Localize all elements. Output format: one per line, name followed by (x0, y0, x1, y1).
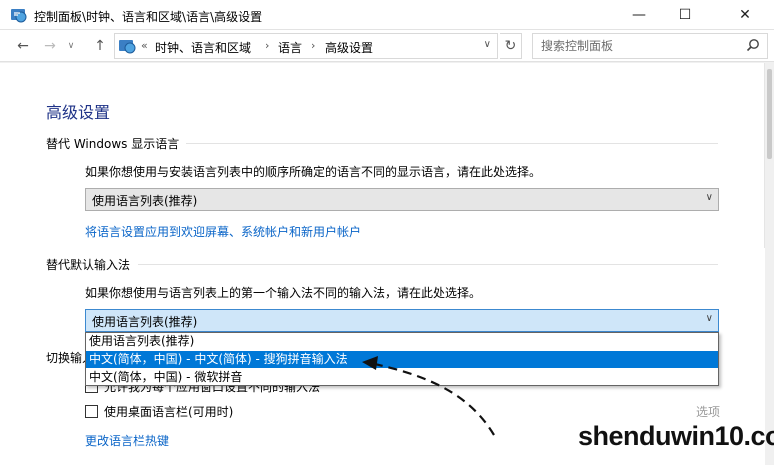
refresh-button[interactable]: ↻ (500, 33, 522, 59)
forward-button[interactable]: → (40, 37, 60, 55)
control-panel-icon (11, 9, 27, 23)
breadcrumb-item-clock-language-region[interactable]: 时钟、语言和区域 (155, 39, 251, 56)
change-language-bar-hotkeys-link[interactable]: 更改语言栏热键 (85, 432, 169, 449)
display-language-selected: 使用语言列表(推荐) (92, 194, 198, 208)
back-button[interactable]: ← (13, 37, 33, 55)
input-method-title: 替代默认输入法 (46, 258, 131, 272)
window-title: 控制面板\时钟、语言和区域\语言\高级设置 (34, 10, 263, 24)
watermark-text: shenduwin10.com (578, 421, 774, 451)
address-box[interactable]: « 时钟、语言和区域 › 语言 › 高级设置 ∨ (114, 33, 498, 59)
search-icon[interactable] (746, 38, 760, 52)
section-divider (138, 264, 718, 265)
breadcrumb-separator[interactable]: › (265, 39, 269, 52)
title-bar: 控制面板\时钟、语言和区域\语言\高级设置 — ☐ ✕ (0, 0, 774, 30)
close-button[interactable]: ✕ (716, 0, 774, 30)
chevron-down-icon: ∨ (705, 313, 713, 324)
desktop-language-bar-checkbox[interactable] (85, 405, 98, 418)
control-panel-icon (119, 40, 136, 54)
vertical-scrollbar[interactable] (764, 63, 774, 465)
apply-language-settings-link[interactable]: 将语言设置应用到欢迎屏幕、系统帐户和新用户帐户 (85, 223, 361, 240)
breadcrumb-overflow[interactable]: « (141, 39, 148, 52)
chevron-down-icon: ∨ (705, 192, 713, 203)
dropdown-option-sogou-pinyin[interactable]: 中文(简体，中国) - 中文(简体) - 搜狗拼音输入法 (86, 351, 718, 368)
dropdown-option-use-language-list[interactable]: 使用语言列表(推荐) (86, 333, 718, 350)
breadcrumb-item-advanced-settings[interactable]: 高级设置 (325, 39, 373, 56)
scrollbar-thumb[interactable] (767, 69, 772, 159)
page-title: 高级设置 (46, 105, 111, 122)
search-box[interactable] (532, 33, 768, 59)
input-method-select[interactable]: 使用语言列表(推荐) ∨ (85, 309, 719, 332)
up-button[interactable]: ↑ (90, 37, 110, 55)
address-toolbar: ← → ∨ ↑ « 时钟、语言和区域 › 语言 › 高级设置 ∨ ↻ (0, 30, 774, 62)
breadcrumb-item-language[interactable]: 语言 (278, 39, 302, 56)
desktop-language-bar-label: 使用桌面语言栏(可用时) (104, 405, 234, 419)
display-language-title: 替代 Windows 显示语言 (46, 137, 180, 151)
dropdown-option-microsoft-pinyin[interactable]: 中文(简体，中国) - 微软拼音 (86, 369, 718, 386)
section-divider (186, 143, 718, 144)
search-input[interactable] (541, 38, 741, 54)
input-method-description: 如果你想使用与语言列表上的第一个输入法不同的输入法，请在此处选择。 (85, 286, 482, 300)
display-language-select[interactable]: 使用语言列表(推荐) ∨ (85, 188, 719, 211)
breadcrumb-separator[interactable]: › (311, 39, 315, 52)
display-language-description: 如果你想使用与安装语言列表中的顺序所确定的语言不同的显示语言，请在此处选择。 (85, 165, 542, 179)
chevron-down-icon[interactable]: ∨ (484, 39, 491, 50)
input-method-dropdown-list[interactable]: 使用语言列表(推荐) 中文(简体，中国) - 中文(简体) - 搜狗拼音输入法 … (85, 332, 719, 386)
input-method-selected: 使用语言列表(推荐) (92, 315, 198, 329)
minimize-button[interactable]: — (616, 0, 662, 30)
recent-locations-button[interactable]: ∨ (64, 37, 78, 55)
options-link[interactable]: 选项 (696, 403, 720, 420)
maximize-button[interactable]: ☐ (662, 0, 708, 30)
